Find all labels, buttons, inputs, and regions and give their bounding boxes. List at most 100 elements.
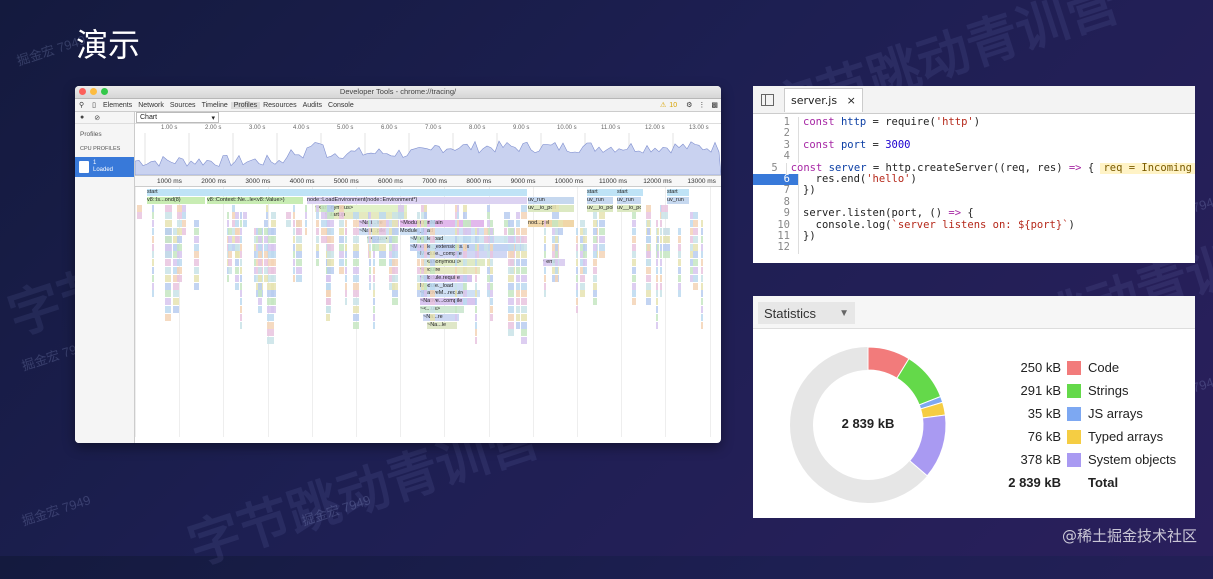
flame-block-small[interactable] <box>258 282 262 290</box>
flame-block-small[interactable] <box>583 235 587 243</box>
flame-block-small[interactable] <box>516 235 520 243</box>
line-number[interactable]: 8 <box>753 196 799 209</box>
flame-block-small[interactable] <box>544 228 546 235</box>
flame-block-small[interactable] <box>521 321 527 329</box>
flame-block-small[interactable] <box>264 251 268 259</box>
flame-block-small[interactable] <box>293 212 295 220</box>
flame-block-small[interactable] <box>392 274 398 282</box>
flame-block-small[interactable] <box>490 259 493 267</box>
flame-block[interactable]: Module._load <box>400 228 484 235</box>
flame-block-small[interactable] <box>327 267 334 274</box>
flame-block-small[interactable] <box>417 243 420 251</box>
flame-block-small[interactable] <box>693 235 698 243</box>
flame-block-small[interactable] <box>227 220 229 228</box>
line-number[interactable]: 11 <box>753 230 799 243</box>
flame-block-small[interactable] <box>369 220 371 228</box>
flame-block-small[interactable] <box>490 274 493 282</box>
flame-block-small[interactable] <box>632 298 636 306</box>
flame-block-small[interactable] <box>339 204 344 212</box>
inspect-icon[interactable]: ⚲ <box>75 101 88 109</box>
flame-block-small[interactable] <box>240 321 242 329</box>
flame-block-small[interactable] <box>240 259 242 267</box>
flame-block-small[interactable] <box>599 212 605 220</box>
flame-block-small[interactable] <box>182 220 186 228</box>
flame-block-small[interactable] <box>463 298 467 306</box>
flame-block-small[interactable] <box>521 243 527 251</box>
flame-block-small[interactable] <box>296 259 302 267</box>
flame-block-small[interactable] <box>521 306 527 313</box>
flame-block-small[interactable] <box>647 228 650 235</box>
close-tab-icon[interactable]: × <box>847 94 856 107</box>
flame-block-small[interactable] <box>258 259 262 267</box>
flame-block-small[interactable] <box>521 298 527 306</box>
flame-block-small[interactable] <box>701 290 703 298</box>
flame-block-small[interactable] <box>657 228 659 235</box>
flame-block-small[interactable] <box>152 204 154 212</box>
flame-block-small[interactable] <box>516 251 520 259</box>
clear-icon[interactable]: ⊘ <box>94 114 100 122</box>
flame-block-small[interactable] <box>264 259 268 267</box>
flame-block[interactable]: uv_run <box>587 196 613 204</box>
flame-block-small[interactable] <box>663 251 670 259</box>
flame-block-small[interactable] <box>430 313 435 321</box>
flame-block-small[interactable] <box>316 228 319 235</box>
flame-block-small[interactable] <box>521 267 527 274</box>
flame-block-small[interactable] <box>430 228 435 235</box>
flame-block-small[interactable] <box>656 282 658 290</box>
flame-block-small[interactable] <box>475 306 477 313</box>
flame-chart[interactable]: start start start start v8::Is...ond(8) v8::C… <box>135 187 721 437</box>
flame-block-small[interactable] <box>373 290 375 298</box>
flame-block-small[interactable] <box>267 274 274 282</box>
flame-block-small[interactable] <box>508 290 514 298</box>
flame-block-small[interactable] <box>477 235 479 243</box>
flame-block-small[interactable] <box>326 274 331 282</box>
flame-block-small[interactable] <box>379 259 386 267</box>
flame-block-small[interactable] <box>647 220 650 228</box>
flame-block-small[interactable] <box>353 306 359 313</box>
flame-block-small[interactable] <box>593 243 597 251</box>
flame-block-small[interactable] <box>593 235 597 243</box>
flame-block-small[interactable] <box>490 313 493 321</box>
flame-block-small[interactable] <box>194 235 199 243</box>
flame-block-small[interactable] <box>316 251 319 259</box>
flame-block-small[interactable] <box>165 290 171 298</box>
device-icon[interactable]: ▯ <box>88 101 100 109</box>
flame-block-small[interactable] <box>152 290 154 298</box>
flame-block-small[interactable] <box>286 220 291 228</box>
flame-block[interactable]: uv_run <box>667 196 689 204</box>
flame-block-small[interactable] <box>455 243 457 251</box>
line-number[interactable]: 2 <box>753 127 799 140</box>
flame-block-small[interactable] <box>258 243 262 251</box>
flame-block-small[interactable] <box>516 321 520 329</box>
flame-block-small[interactable] <box>660 267 662 274</box>
flame-block-small[interactable] <box>490 220 493 228</box>
flame-block-small[interactable] <box>258 267 262 274</box>
flame-block-small[interactable] <box>657 243 659 251</box>
flame-block-small[interactable] <box>327 259 334 267</box>
flame-block-small[interactable] <box>599 251 605 259</box>
flame-block-small[interactable] <box>465 235 471 243</box>
flame-block-small[interactable] <box>293 243 295 251</box>
code-lines[interactable]: 1 const http = require('http') 2 3 const por… <box>753 114 1195 254</box>
flame-block-small[interactable] <box>490 306 493 313</box>
flame-block-start[interactable]: start <box>617 189 641 196</box>
flame-block-small[interactable] <box>327 235 334 243</box>
flame-block-small[interactable] <box>544 274 546 282</box>
flame-block-small[interactable] <box>177 220 182 228</box>
code-line[interactable]: 11}) <box>753 230 1195 243</box>
flame-block-small[interactable] <box>152 259 154 267</box>
flame-block-small[interactable] <box>305 204 307 212</box>
flame-block-small[interactable] <box>516 306 520 313</box>
flame-block-small[interactable] <box>373 321 375 329</box>
flame-block-small[interactable] <box>417 251 420 259</box>
flame-block-small[interactable] <box>430 220 435 228</box>
flame-block-small[interactable] <box>599 235 605 243</box>
flame-block-small[interactable] <box>508 306 514 313</box>
flame-block-small[interactable] <box>235 274 239 282</box>
flame-block-small[interactable] <box>660 228 662 235</box>
flame-block-small[interactable] <box>555 267 558 274</box>
flame-block-small[interactable] <box>465 228 471 235</box>
flame-block-small[interactable] <box>373 282 375 290</box>
flame-block-small[interactable] <box>544 251 546 259</box>
flame-block-small[interactable] <box>232 204 235 212</box>
